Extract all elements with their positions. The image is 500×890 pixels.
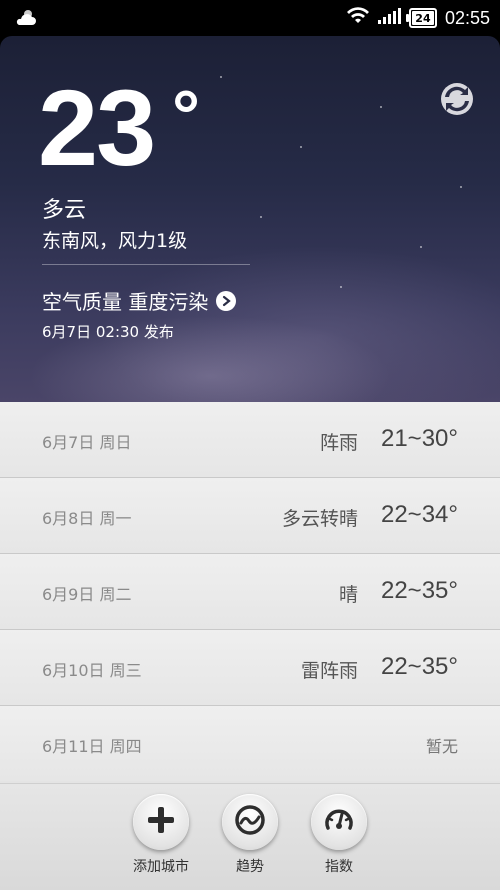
status-time: 02:55 xyxy=(444,7,490,28)
current-condition: 多云 xyxy=(42,198,87,223)
index-button[interactable]: 指数 xyxy=(294,794,384,884)
trend-label: 趋势 xyxy=(236,859,264,875)
forecast-row[interactable]: 6月8日 周一 多云转晴 22~34° xyxy=(0,478,500,554)
wifi-icon xyxy=(346,7,369,29)
forecast-range: 22~35° xyxy=(380,653,458,680)
forecast-unavailable: 暂无 xyxy=(425,737,458,756)
wind-info: 东南风，风力1级 xyxy=(42,230,188,252)
refresh-icon xyxy=(440,83,474,120)
cloud-icon xyxy=(14,8,38,32)
forecast-list: 6月7日 周日 阵雨 21~30° 6月8日 周一 多云转晴 22~34° 6月… xyxy=(0,402,500,783)
battery-icon: 24 xyxy=(405,8,437,28)
trend-icon xyxy=(234,804,266,840)
signal-icon xyxy=(377,7,401,29)
battery-level: 24 xyxy=(415,11,431,25)
status-bar: 24 02:55 xyxy=(0,0,500,36)
forecast-date: 6月11日 周四 xyxy=(42,737,142,756)
forecast-date: 6月7日 周日 xyxy=(42,433,132,452)
forecast-weather: 多云转晴 xyxy=(281,508,358,530)
forecast-row[interactable]: 6月11日 周四 暂无 xyxy=(0,706,500,781)
divider xyxy=(42,264,250,265)
forecast-range: 21~30° xyxy=(380,425,458,452)
forecast-weather: 阵雨 xyxy=(319,432,358,454)
forecast-date: 6月9日 周二 xyxy=(42,585,132,604)
forecast-row[interactable]: 6月9日 周二 晴 22~35° xyxy=(0,554,500,630)
gauge-icon xyxy=(323,804,355,840)
forecast-range: 22~34° xyxy=(380,501,458,528)
bottom-toolbar: 添加城市 趋势 指数 xyxy=(0,783,500,890)
air-quality-text: 空气质量 重度污染 xyxy=(42,290,209,314)
trend-button[interactable]: 趋势 xyxy=(205,794,295,884)
forecast-date: 6月10日 周三 xyxy=(42,661,142,680)
current-weather-panel: 23 ° 多云 东南风，风力1级 空气质量 重度污染 6月7日 02:30 发布 xyxy=(0,36,500,402)
air-quality-link[interactable]: 空气质量 重度污染 xyxy=(42,286,237,315)
chevron-right-icon xyxy=(216,290,237,311)
refresh-button[interactable] xyxy=(440,82,474,120)
publish-time: 6月7日 02:30 发布 xyxy=(42,323,174,341)
current-temperature: 23 xyxy=(38,67,156,188)
forecast-range: 22~35° xyxy=(380,577,458,604)
temperature-unit: ° xyxy=(172,76,200,154)
add-city-label: 添加城市 xyxy=(133,859,189,875)
forecast-row[interactable]: 6月7日 周日 阵雨 21~30° xyxy=(0,402,500,478)
plus-icon xyxy=(146,805,176,839)
forecast-weather: 晴 xyxy=(338,584,358,606)
forecast-weather: 雷阵雨 xyxy=(300,660,358,682)
forecast-date: 6月8日 周一 xyxy=(42,509,132,528)
index-label: 指数 xyxy=(325,859,353,875)
add-city-button[interactable]: 添加城市 xyxy=(116,794,206,884)
forecast-row[interactable]: 6月10日 周三 雷阵雨 22~35° xyxy=(0,630,500,706)
